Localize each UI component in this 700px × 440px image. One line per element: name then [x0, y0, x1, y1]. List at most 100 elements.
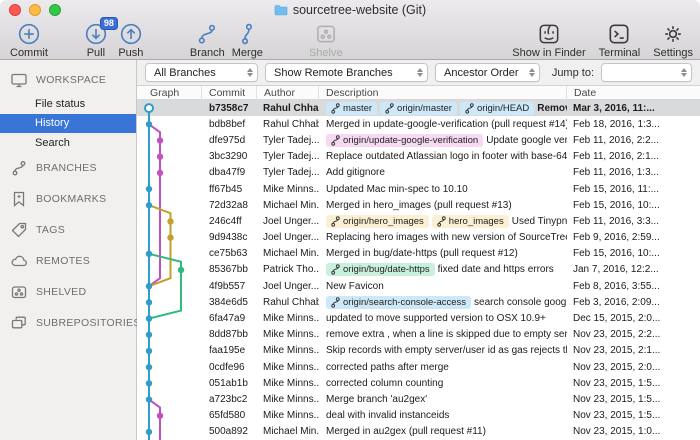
commit-date: Feb 3, 2016, 2:09... [567, 297, 700, 308]
commit-description: Add gitignore [319, 167, 567, 178]
table-header: Graph Commit Author Description Date [137, 86, 700, 100]
commit-row[interactable]: 9d9438cJoel Unger...Replacing hero image… [137, 230, 700, 246]
branch-filter-select[interactable]: All Branches [145, 63, 258, 82]
commit-row[interactable]: 3bc3290Tyler Tadej...Replace outdated At… [137, 149, 700, 165]
branch-badge: origin/search-console-access [326, 296, 471, 309]
branch-badge: origin/hero_images [326, 215, 429, 228]
commit-description: corrected paths after merge [319, 362, 567, 373]
terminal-button[interactable]: Terminal [599, 20, 641, 59]
commit-description: Skip records with empty server/user id a… [319, 345, 567, 356]
column-header-graph[interactable]: Graph [137, 86, 202, 99]
commit-row[interactable]: faa195eMike Minns...Skip records with em… [137, 343, 700, 359]
commit-row[interactable]: 65fd580Mike Minns...deal with invalid in… [137, 408, 700, 424]
commit-description: Merged in update-google-verification (pu… [319, 119, 567, 130]
folders-icon [10, 314, 28, 332]
commit-hash: 85367bb [202, 264, 257, 275]
commit-description: Replacing hero images with new version o… [319, 232, 567, 243]
push-button-label: Push [118, 47, 143, 59]
commit-message: Update google verificati... [486, 135, 567, 146]
tag-icon [10, 221, 28, 239]
commit-row[interactable]: 384e6d5Rahul Chhab...origin/search-conso… [137, 294, 700, 310]
commit-row[interactable]: 72d32a8Michael Min...Merged in hero_imag… [137, 197, 700, 213]
commit-date: Dec 15, 2015, 2:0... [567, 313, 700, 324]
commit-description: masterorigin/masterorigin/HEADRemoving o… [319, 102, 567, 115]
terminal-button-label: Terminal [599, 47, 641, 59]
commit-row[interactable]: b7358c7Rahul Chha...masterorigin/mastero… [137, 100, 700, 116]
commit-author: Mike Minns... [257, 378, 319, 389]
column-header-author[interactable]: Author [257, 86, 319, 99]
commit-row[interactable]: 8dd87bbMike Minns...remove extra , when … [137, 327, 700, 343]
commit-row[interactable]: ff67b45Mike Minns...Updated Mac min-spec… [137, 181, 700, 197]
commit-row[interactable]: a723bc2Mike Minns...Merge branch 'au2gex… [137, 391, 700, 407]
settings-button[interactable]: Settings [653, 20, 693, 59]
branch-badge: master [326, 102, 377, 115]
push-button[interactable]: Push [118, 20, 144, 59]
sidebar-item-label: BRANCHES [36, 162, 97, 174]
finder-button[interactable]: Show in Finder [512, 20, 585, 59]
close-button[interactable] [9, 4, 21, 16]
sidebar-item-bookmarks[interactable]: BOOKMARKS [0, 184, 136, 215]
finder-button-label: Show in Finder [512, 47, 585, 59]
commit-row[interactable]: dba47f9Tyler Tadej...Add gitignoreFeb 11… [137, 165, 700, 181]
commit-row[interactable]: 6fa47a9Mike Minns...updated to move supp… [137, 310, 700, 326]
minimize-button[interactable] [29, 4, 41, 16]
branch-badge: origin/HEAD [460, 102, 534, 115]
commit-row[interactable]: 246c4ffJoel Unger...origin/hero_imageshe… [137, 213, 700, 229]
commit-description: deal with invalid instanceids [319, 410, 567, 421]
commit-author: Michael Min... [257, 426, 319, 437]
branch-button[interactable]: Branch [190, 20, 225, 59]
jump-to-select[interactable] [601, 63, 692, 82]
column-header-date[interactable]: Date [567, 86, 700, 99]
remote-branches-select[interactable]: Show Remote Branches [265, 63, 428, 82]
commit-message: Merged in update-google-verification (pu… [326, 119, 567, 130]
window-title-text: sourcetree-website (Git) [293, 3, 426, 17]
order-select[interactable]: Ancestor Order [435, 63, 540, 82]
sidebar-item-workspace[interactable]: WORKSPACE [0, 66, 136, 94]
commit-message: corrected paths after merge [326, 362, 449, 373]
commit-row[interactable]: 4f9b557Joel Unger...New FaviconFeb 8, 20… [137, 278, 700, 294]
commit-description: Replace outdated Atlassian logo in foote… [319, 151, 567, 162]
commit-row[interactable]: 051ab1bMike Minns... corrected column co… [137, 375, 700, 391]
sidebar-item-search[interactable]: Search [0, 133, 136, 153]
sidebar: WORKSPACEFile statusHistorySearch BRANCHE… [0, 60, 137, 440]
branch-icon [331, 264, 340, 275]
order-select-value: Ancestor Order [444, 67, 519, 79]
commit-row[interactable]: 500a892Michael Min...Merged in au2gex (p… [137, 424, 700, 440]
sidebar-item-remotes[interactable]: REMOTES [0, 246, 136, 277]
sidebar-item-subrepositories[interactable]: SUBREPOSITORIES [0, 308, 136, 339]
commit-row[interactable]: bdb8befRahul Chhab...Merged in update-go… [137, 116, 700, 132]
branch-icon [465, 103, 474, 114]
commit-description: remove extra , when a line is skipped du… [319, 329, 567, 340]
sidebar-item-file-status[interactable]: File status [0, 94, 136, 114]
pull-button-label: Pull [87, 47, 105, 59]
commit-author: Rahul Chha... [257, 103, 319, 114]
zoom-button[interactable] [49, 4, 61, 16]
commit-hash: 9d9438c [202, 232, 257, 243]
commit-row[interactable]: 85367bbPatrick Tho...origin/bug/date-htt… [137, 262, 700, 278]
stepper-icon [523, 68, 535, 78]
sidebar-item-shelved[interactable]: SHELVED [0, 277, 136, 308]
commit-description: origin/hero_imageshero_imagesUsed Tinypn… [319, 215, 567, 228]
commit-author: Mike Minns... [257, 329, 319, 340]
commit-hash: 65fd580 [202, 410, 257, 421]
jump-to-label: Jump to: [552, 67, 594, 79]
sidebar-item-branches[interactable]: BRANCHES [0, 153, 136, 184]
commit-row[interactable]: dfe975dTyler Tadej...origin/update-googl… [137, 132, 700, 148]
shelve-button: Shelve [309, 20, 343, 59]
column-header-commit[interactable]: Commit [202, 86, 257, 99]
column-header-description[interactable]: Description [319, 86, 567, 99]
traffic-lights [9, 4, 61, 16]
sidebar-item-history[interactable]: History [0, 114, 136, 134]
commit-message: remove extra , when a line is skipped du… [326, 329, 567, 340]
commit-date: Nov 23, 2015, 2:2... [567, 329, 700, 340]
merge-button[interactable]: Merge [232, 20, 263, 59]
sidebar-item-tags[interactable]: TAGS [0, 215, 136, 246]
commit-date: Feb 9, 2016, 2:59... [567, 232, 700, 243]
commit-button[interactable]: Commit [10, 20, 48, 59]
monitor-icon [10, 71, 28, 89]
commit-row[interactable]: 0cdfe96Mike Minns...corrected paths afte… [137, 359, 700, 375]
pull-button[interactable]: 98Pull [83, 20, 109, 59]
pull-count-badge: 98 [100, 17, 118, 30]
commit-row[interactable]: ce75b63Michael Min...Merged in bug/date-… [137, 246, 700, 262]
commit-date: Feb 15, 2016, 11:... [567, 184, 700, 195]
